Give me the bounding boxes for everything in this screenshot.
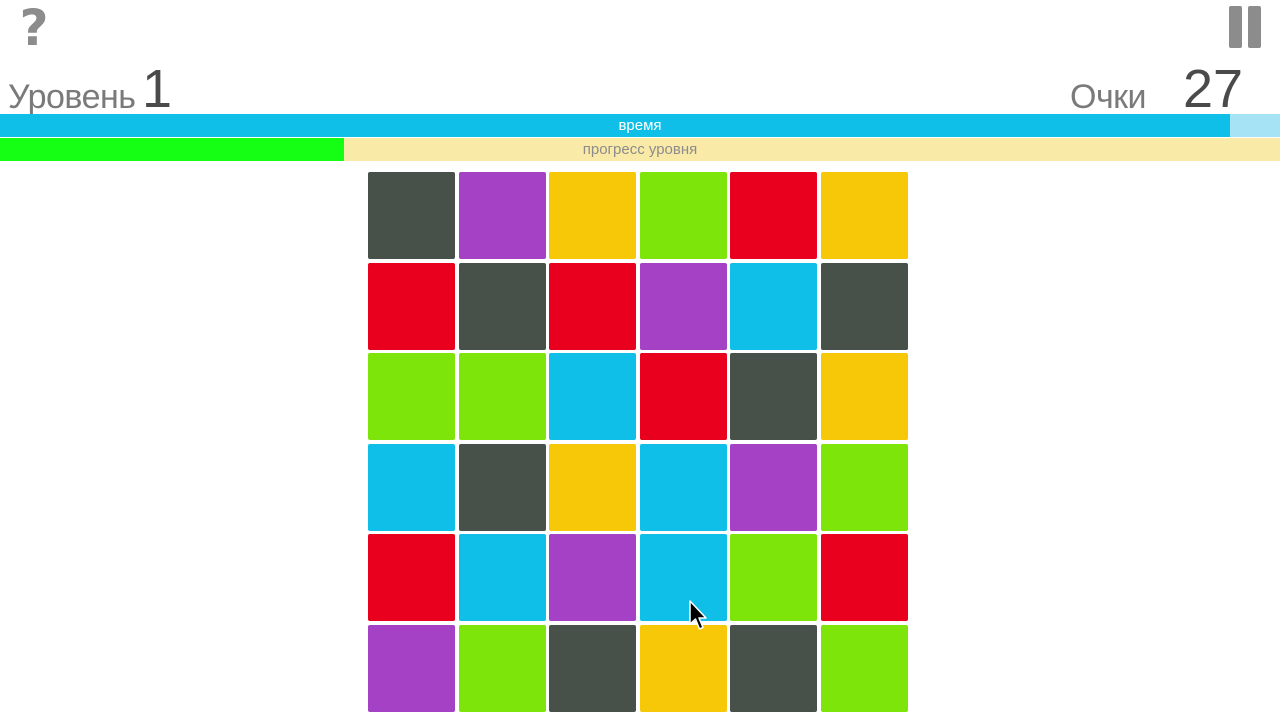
time-bar: время [0, 114, 1280, 137]
tile-yellow[interactable] [820, 353, 908, 440]
tile-gray[interactable] [730, 624, 817, 712]
tile-gray[interactable] [368, 172, 455, 259]
level-label: Уровень [8, 78, 136, 116]
tile-purple[interactable] [730, 443, 817, 531]
tile-blue[interactable] [730, 262, 817, 350]
time-bar-label: время [618, 117, 662, 134]
tile-green[interactable] [639, 172, 727, 259]
tile-gray[interactable] [820, 262, 908, 350]
tile-purple[interactable] [549, 534, 636, 621]
tile-green[interactable] [458, 353, 546, 440]
tile-red[interactable] [820, 534, 908, 621]
help-button[interactable]: ? [12, 2, 56, 54]
tile-yellow[interactable] [639, 624, 727, 712]
tile-gray[interactable] [549, 624, 636, 712]
level-progress-label: прогресс уровня [582, 141, 698, 158]
tile-blue[interactable] [458, 534, 546, 621]
tile-purple[interactable] [368, 624, 455, 712]
tile-purple[interactable] [639, 262, 727, 350]
game-screen: ? Уровень 1 Очки 27 время прогресс уровн… [0, 0, 1280, 720]
tile-yellow[interactable] [549, 172, 636, 259]
tile-yellow[interactable] [820, 172, 908, 259]
tile-purple[interactable] [458, 172, 546, 259]
tile-red[interactable] [549, 262, 636, 350]
tile-gray[interactable] [458, 443, 546, 531]
level-value: 1 [142, 59, 173, 119]
level-progress-bar: прогресс уровня [0, 138, 1280, 161]
score-label: Очки [1070, 78, 1147, 116]
tile-red[interactable] [639, 353, 727, 440]
tile-gray[interactable] [730, 353, 817, 440]
tile-yellow[interactable] [549, 443, 636, 531]
tile-red[interactable] [368, 534, 455, 621]
game-board [368, 172, 910, 714]
pause-icon-bar [1248, 6, 1261, 48]
tile-green[interactable] [820, 443, 908, 531]
tile-red[interactable] [368, 262, 455, 350]
tile-green[interactable] [458, 624, 546, 712]
tile-green[interactable] [730, 534, 817, 621]
tile-blue[interactable] [368, 443, 455, 531]
tile-red[interactable] [730, 172, 817, 259]
tile-blue[interactable] [639, 443, 727, 531]
tile-green[interactable] [820, 624, 908, 712]
pause-icon [1229, 6, 1242, 48]
tile-blue[interactable] [639, 534, 727, 621]
score-value: 27 [1183, 59, 1244, 119]
pause-button[interactable] [1226, 4, 1266, 50]
question-mark-icon: ? [19, 0, 49, 57]
tile-blue[interactable] [549, 353, 636, 440]
tile-green[interactable] [368, 353, 455, 440]
tile-gray[interactable] [458, 262, 546, 350]
